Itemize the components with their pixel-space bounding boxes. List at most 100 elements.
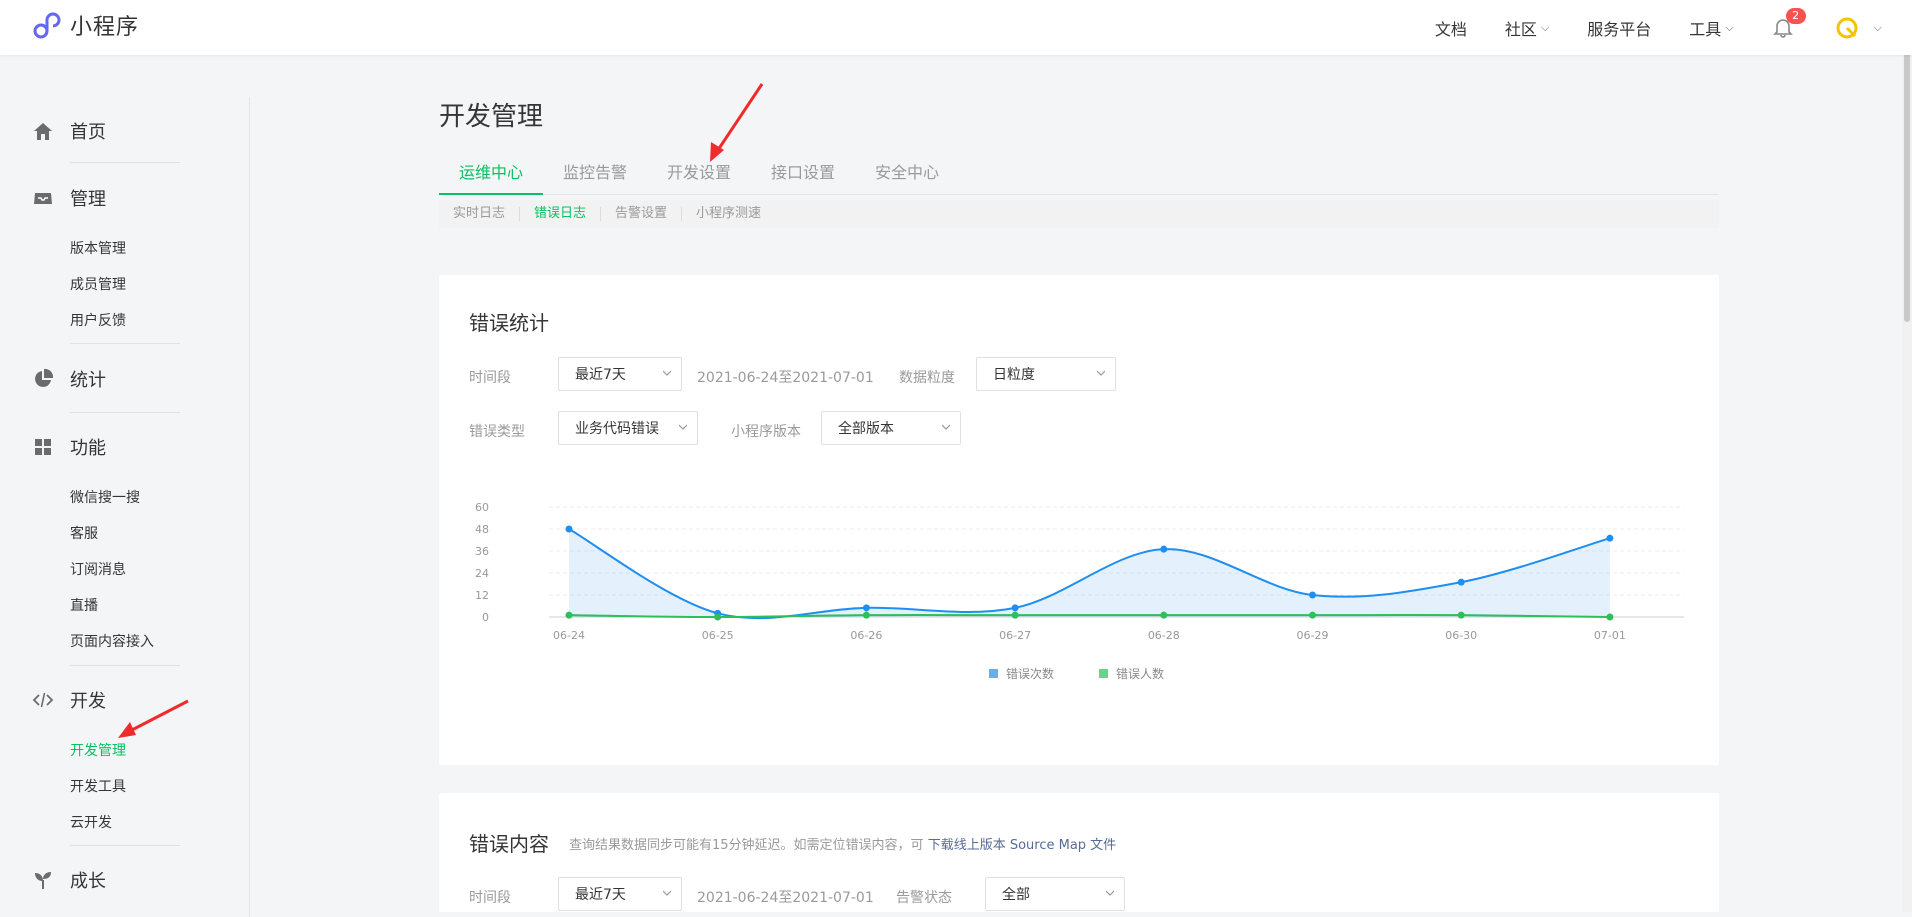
y-tick-label: 60 xyxy=(475,501,489,514)
divider xyxy=(70,162,180,163)
page-scrollbar[interactable] xyxy=(1902,0,1912,912)
tab-ops-center[interactable]: 运维中心 xyxy=(438,160,544,195)
sidebar-item-page-content[interactable]: 页面内容接入 xyxy=(70,631,154,651)
account-menu[interactable]: ⌵ xyxy=(1834,15,1882,41)
inbox-icon xyxy=(34,193,52,204)
x-tick-label: 06-25 xyxy=(702,629,734,642)
community-label: 社区 xyxy=(1504,19,1537,39)
sidebar-item-version[interactable]: 版本管理 xyxy=(70,238,126,258)
notification-bell[interactable]: 2 xyxy=(1772,7,1806,40)
data-point xyxy=(1457,578,1465,586)
data-point xyxy=(1606,613,1614,621)
sidebar-item-dev-tools[interactable]: 开发工具 xyxy=(70,776,126,796)
app-name: 小程序 xyxy=(70,15,140,40)
data-point xyxy=(1309,611,1316,619)
sidebar-item-search[interactable]: 微信搜一搜 xyxy=(70,487,140,507)
sidebar: 首页 管理 版本管理 成员管理 用户反馈 统计 功能 微信搜一搜 客服 订阅消息… xyxy=(0,55,250,917)
y-tick-label: 24 xyxy=(475,567,489,580)
subtab-alert-settings[interactable]: 告警设置 xyxy=(601,207,683,221)
legend-label: 错误次数 xyxy=(1006,666,1054,681)
sidebar-label-growth: 成长 xyxy=(70,871,106,892)
divider xyxy=(70,412,180,413)
content-time-period-value: 最近7天 xyxy=(575,887,626,903)
sidebar-label-manage: 管理 xyxy=(70,189,106,210)
chevron-down-icon xyxy=(663,890,671,896)
error-stats-card: 错误统计 时间段 最近7天 2021-06-24至2021-07-01 数据粒度… xyxy=(439,275,1719,765)
notification-badge: 2 xyxy=(1785,7,1806,24)
tab-monitor-alert[interactable]: 监控告警 xyxy=(563,160,627,194)
tools-label: 工具 xyxy=(1689,19,1722,39)
sidebar-item-stats[interactable]: 统计 xyxy=(32,366,106,392)
code-icon xyxy=(32,692,54,708)
docs-link[interactable]: 文档 xyxy=(1435,16,1467,40)
alert-status-value: 全部 xyxy=(1002,887,1030,903)
tab-api-settings[interactable]: 接口设置 xyxy=(771,160,835,194)
chevron-down-icon: ⌵ xyxy=(1725,20,1734,34)
sync-delay-text: 查询结果数据同步可能有15分钟延迟。如需定位错误内容，可 xyxy=(569,838,924,853)
sidebar-item-feedback[interactable]: 用户反馈 xyxy=(70,310,126,330)
sidebar-item-cloud-dev[interactable]: 云开发 xyxy=(70,812,112,832)
divider xyxy=(70,343,180,344)
time-period-label: 时间段 xyxy=(469,890,511,906)
x-tick-label: 06-26 xyxy=(850,629,882,642)
sidebar-item-dev-manage[interactable]: 开发管理 xyxy=(70,740,126,760)
date-range-text: 2021-06-24至2021-07-01 xyxy=(697,890,874,906)
content-time-period-select[interactable]: 最近7天 xyxy=(558,877,682,911)
alert-status-select[interactable]: 全部 xyxy=(985,877,1125,911)
subtab-speed-test[interactable]: 小程序测速 xyxy=(682,207,775,221)
sidebar-item-manage[interactable]: 管理 xyxy=(32,185,106,211)
series-area xyxy=(569,529,1610,619)
data-point xyxy=(1160,611,1168,619)
sidebar-item-dev[interactable]: 开发 xyxy=(32,687,106,713)
sidebar-item-subscribe[interactable]: 订阅消息 xyxy=(70,559,126,579)
error-stats-chart: 0 12 24 36 48 60 06-24 06-25 06-26 06-27 06-28 06-2… xyxy=(475,501,1684,681)
community-menu[interactable]: 社区 ⌵ xyxy=(1505,16,1549,40)
sidebar-label-stats: 统计 xyxy=(70,370,106,391)
divider xyxy=(70,665,180,666)
brand[interactable]: 小程序 xyxy=(32,9,139,41)
main-tabs: 运维中心 监控告警 开发设置 接口设置 安全中心 xyxy=(438,160,1719,195)
tab-dev-settings[interactable]: 开发设置 xyxy=(667,160,731,194)
data-point xyxy=(565,611,573,619)
y-tick-label: 0 xyxy=(482,611,489,624)
sidebar-item-home[interactable]: 首页 xyxy=(32,118,106,144)
x-tick-label: 06-28 xyxy=(1148,629,1180,642)
data-point xyxy=(862,611,870,619)
pie-chart-icon xyxy=(35,368,54,387)
top-nav: 文档 社区 ⌵ 服务平台 工具 ⌵ 2 ⌵ xyxy=(1397,0,1882,55)
data-point xyxy=(1160,545,1168,553)
sidebar-item-members[interactable]: 成员管理 xyxy=(70,274,126,294)
service-platform-link[interactable]: 服务平台 xyxy=(1587,16,1651,40)
y-tick-label: 36 xyxy=(475,545,489,558)
sync-delay-note: 查询结果数据同步可能有15分钟延迟。如需定位错误内容，可 下载线上版本 Sour… xyxy=(569,834,1116,853)
data-point xyxy=(1011,611,1019,619)
sidebar-item-live[interactable]: 直播 xyxy=(70,595,98,615)
error-content-card: 错误内容 查询结果数据同步可能有15分钟延迟。如需定位错误内容，可 下载线上版本… xyxy=(439,793,1719,912)
sidebar-item-features[interactable]: 功能 xyxy=(32,434,106,460)
chevron-down-icon: ⌵ xyxy=(1540,20,1550,34)
grid-icon xyxy=(35,439,51,455)
divider xyxy=(70,845,180,846)
sidebar-label-dev: 开发 xyxy=(70,691,106,712)
data-point xyxy=(1606,534,1614,542)
x-tick-label: 06-29 xyxy=(1297,629,1329,642)
data-point xyxy=(565,525,573,533)
top-bar: 小程序 文档 社区 ⌵ 服务平台 工具 ⌵ 2 ⌵ xyxy=(0,0,1912,55)
data-point xyxy=(1011,604,1019,612)
sidebar-label-home: 首页 xyxy=(70,122,106,143)
sidebar-label-features: 功能 xyxy=(70,438,106,459)
sidebar-item-customer-service[interactable]: 客服 xyxy=(70,523,98,543)
legend-swatch xyxy=(989,669,998,678)
error-content-title: 错误内容 xyxy=(469,832,549,856)
sidebar-item-growth[interactable]: 成长 xyxy=(32,867,106,893)
download-source-map-link[interactable]: 下载线上版本 Source Map 文件 xyxy=(928,838,1116,853)
sub-tabs: 实时日志 错误日志 告警设置 小程序测速 xyxy=(439,200,1719,228)
legend-swatch xyxy=(1099,669,1108,678)
subtab-error-log[interactable]: 错误日志 xyxy=(520,207,602,221)
subtab-realtime-log[interactable]: 实时日志 xyxy=(439,207,521,221)
tab-security-center[interactable]: 安全中心 xyxy=(875,160,939,194)
y-tick-label: 12 xyxy=(475,589,489,602)
x-tick-label: 06-30 xyxy=(1445,629,1477,642)
tools-menu[interactable]: 工具 ⌵ xyxy=(1689,16,1733,40)
sprout-icon xyxy=(35,872,51,889)
